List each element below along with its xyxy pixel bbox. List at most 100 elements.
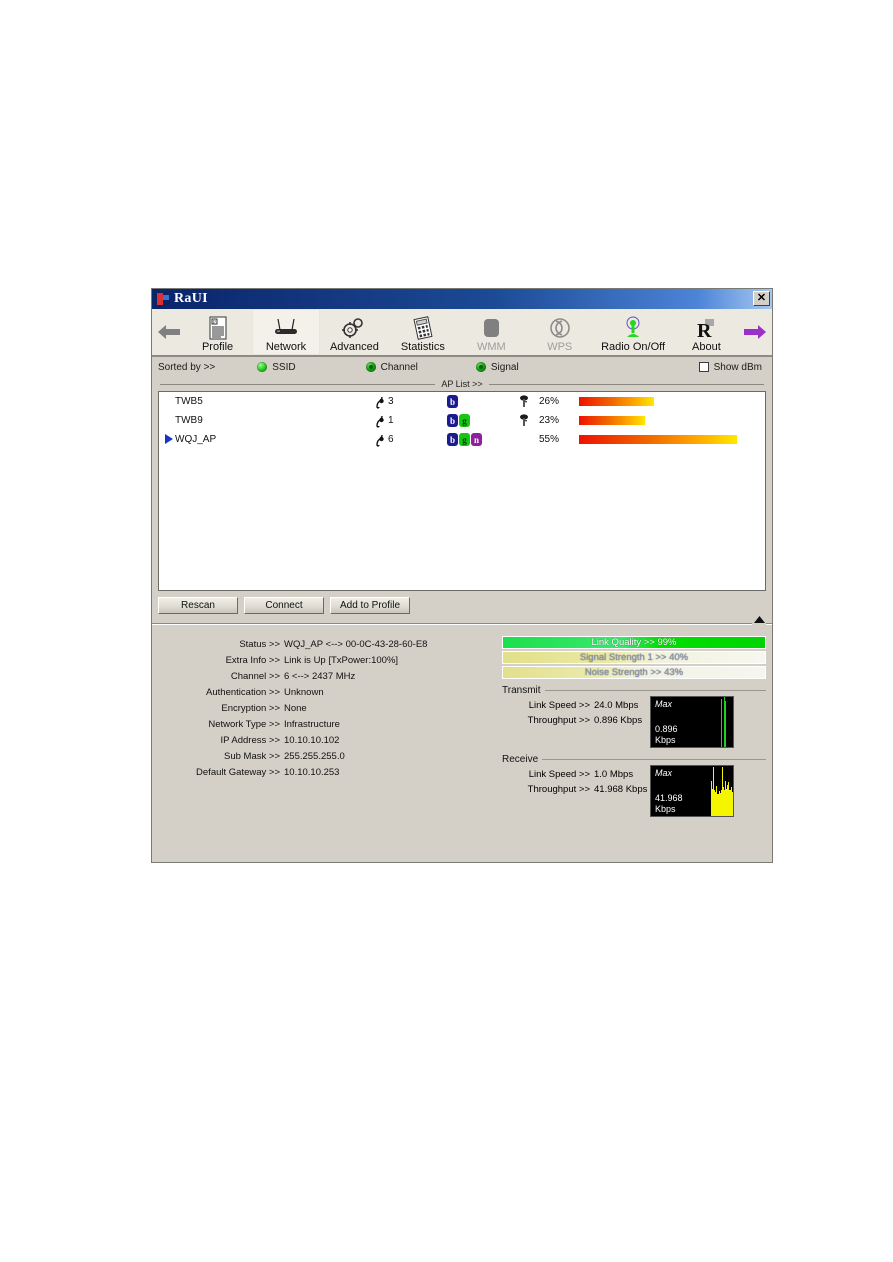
receive-graph: Max 41.968 Kbps [650, 765, 734, 817]
transmit-link-speed-value: 24.0 Mbps [594, 700, 639, 711]
ap-signal-bar-fill [579, 416, 645, 425]
sort-option-channel[interactable]: Channel [365, 361, 418, 373]
tab-profile[interactable]: P Profile [183, 309, 251, 355]
tab-wmm-label: WMM [476, 341, 506, 353]
divider-line [152, 623, 772, 625]
mode-badge-n: n [471, 433, 482, 446]
ap-signal-bar [579, 416, 739, 425]
transmit-graph-unit: Kbps [655, 735, 676, 745]
transmit-graph: Max 0.896 Kbps [650, 696, 734, 748]
graph-bar [731, 792, 733, 816]
ap-channel: 3 [375, 396, 447, 409]
action-button-row: Rescan Connect Add to Profile [152, 591, 772, 614]
tab-wps[interactable]: WPS [526, 309, 594, 355]
tab-network[interactable]: Network [251, 309, 321, 355]
ap-signal-bar-fill [579, 397, 654, 406]
channel-icon [375, 415, 386, 428]
status-detail-value: 10.10.10.102 [284, 734, 340, 746]
status-detail-label: Extra Info >> [225, 654, 280, 666]
table-row[interactable]: WQJ_AP 6 b g n 55% [159, 430, 765, 449]
receive-text: Link Speed >> 1.0 Mbps Throughput >> 41.… [502, 765, 650, 817]
window-title: RaUI [174, 291, 208, 306]
ap-signal-bar [579, 435, 739, 444]
tab-advanced-label: Advanced [329, 341, 379, 353]
status-detail-label: Authentication >> [206, 686, 280, 698]
receive-graph-unit: Kbps [655, 804, 676, 814]
rescan-button[interactable]: Rescan [158, 597, 238, 614]
close-icon[interactable]: ✕ [753, 291, 770, 306]
channel-icon [375, 434, 386, 447]
signal-strength-bar: Signal Strength 1 >> 40% [502, 651, 766, 664]
add-to-profile-button[interactable]: Add to Profile [330, 597, 410, 614]
svg-text:R: R [697, 320, 712, 340]
ap-mode-badges: bgn [447, 433, 509, 446]
transmit-throughput-value: 0.896 Kbps [594, 715, 643, 726]
receive-graph-bars [689, 766, 733, 816]
right-arrow-icon[interactable] [741, 309, 770, 355]
transmit-graph-bars [689, 697, 733, 747]
tab-about-label: About [692, 341, 721, 353]
svg-text:P: P [213, 321, 216, 326]
status-detail-label: Status >> [239, 638, 280, 650]
transmit-title-line [544, 690, 766, 691]
mode-badge-g: g [459, 433, 470, 446]
transmit-throughput-row: Throughput >> 0.896 Kbps [502, 713, 650, 728]
tab-radio-on-off[interactable]: Radio On/Off [594, 309, 672, 355]
collapse-triangle-icon[interactable] [752, 614, 766, 625]
radio-signal-icon [475, 362, 486, 372]
tab-wmm[interactable]: WMM [457, 309, 525, 355]
ap-list-table[interactable]: TWB5 3 b 26% TWB9 1 b g 23% WQJ_AP 6 b g n 55% [158, 391, 766, 591]
raui-logo-icon [156, 292, 170, 306]
ap-channel-value: 6 [388, 434, 394, 445]
ap-mode-badges: b [447, 395, 509, 408]
tab-advanced[interactable]: Advanced [320, 309, 388, 355]
status-detail-row: Network Type >> Infrastructure [158, 716, 498, 732]
status-detail-row: Default Gateway >> 10.10.10.253 [158, 764, 498, 780]
detail-panel: Status >> WQJ_AP <--> 00-0C-43-28-60-E8 Ex… [152, 628, 772, 817]
table-row[interactable]: TWB9 1 b g 23% [159, 411, 765, 430]
left-arrow-icon[interactable] [154, 309, 183, 355]
row-selected-arrow-icon [163, 433, 175, 446]
router-icon [271, 315, 301, 341]
ap-list-separator: AP List >> [152, 377, 772, 391]
status-detail-list: Status >> WQJ_AP <--> 00-0C-43-28-60-E8 Ex… [158, 632, 498, 817]
ap-security-icon [509, 414, 539, 427]
sort-option-channel-label: Channel [380, 361, 418, 373]
status-detail-value: 10.10.10.253 [284, 766, 340, 778]
status-detail-row: Channel >> 6 <--> 2437 MHz [158, 668, 498, 684]
sort-option-signal[interactable]: Signal [475, 362, 519, 373]
status-detail-row: Encryption >> None [158, 700, 498, 716]
gears-icon [341, 315, 367, 341]
sort-bar: Sorted by >> SSID Channel Signal Show dB… [152, 357, 772, 377]
noise-strength-bar: Noise Strength >> 43% [502, 666, 766, 679]
receive-throughput-value: 41.968 Kbps [594, 784, 648, 795]
ap-channel-value: 3 [388, 396, 394, 407]
ap-ssid: TWB9 [175, 415, 203, 426]
status-detail-label: IP Address >> [220, 734, 280, 746]
raui-window: RaUI ✕ P Profile Network Advanced Statis… [151, 288, 773, 863]
mode-badge-b: b [447, 414, 458, 427]
receive-block: Link Speed >> 1.0 Mbps Throughput >> 41.… [502, 765, 766, 817]
sort-option-ssid[interactable]: SSID [257, 362, 296, 373]
connect-button[interactable]: Connect [244, 597, 324, 614]
tab-wps-label: WPS [547, 341, 573, 353]
ap-ssid: TWB5 [175, 396, 203, 407]
mode-badge-b: b [447, 395, 458, 408]
transmit-section-title: Transmit [502, 685, 766, 696]
main-toolbar: P Profile Network Advanced Statistics WM… [152, 309, 772, 357]
status-detail-label: Channel >> [230, 670, 280, 682]
tab-statistics[interactable]: Statistics [389, 309, 457, 355]
tab-network-label: Network [265, 341, 307, 353]
status-detail-row: Authentication >> Unknown [158, 684, 498, 700]
sorted-by-label: Sorted by >> [158, 361, 216, 373]
show-dbm-checkbox[interactable]: Show dBm [698, 361, 762, 373]
receive-throughput-row: Throughput >> 41.968 Kbps [502, 782, 650, 797]
status-detail-label: Network Type >> [208, 718, 280, 730]
link-quality-label: Link Quality >> 99% [591, 637, 677, 648]
tab-about[interactable]: R About [672, 309, 740, 355]
status-detail-value: Infrastructure [284, 718, 340, 730]
show-dbm-label: Show dBm [713, 361, 762, 373]
table-row[interactable]: TWB5 3 b 26% [159, 392, 765, 411]
ap-mode-badges: bg [447, 414, 509, 427]
radio-ssid-icon [257, 362, 268, 372]
